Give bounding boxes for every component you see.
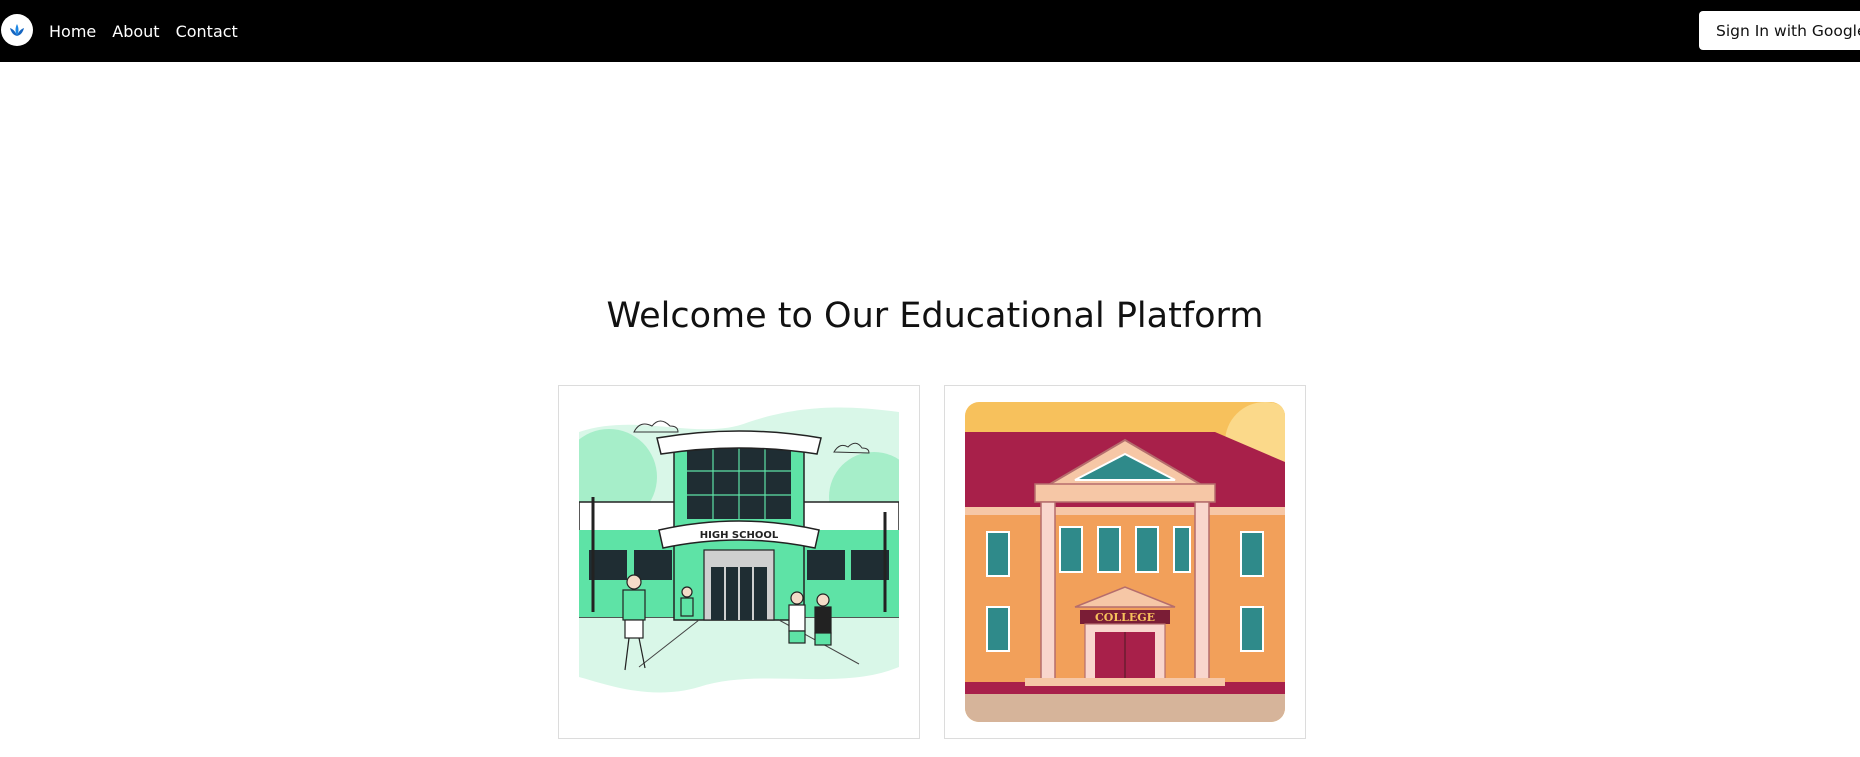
- top-navbar: Home About Contact Sign In with Google: [0, 0, 1860, 62]
- college-building-illustration: COLLEGE: [965, 402, 1285, 722]
- svg-text:COLLEGE: COLLEGE: [1095, 611, 1155, 624]
- sign-in-google-button[interactable]: Sign In with Google: [1699, 11, 1860, 50]
- page-title: Welcome to Our Educational Platform: [606, 296, 1264, 336]
- nav-link-about[interactable]: About: [112, 22, 159, 41]
- high-school-illustration: HIGH SCHOOL: [579, 407, 899, 693]
- nav-link-home[interactable]: Home: [49, 22, 96, 41]
- svg-text:HIGH SCHOOL: HIGH SCHOOL: [700, 530, 779, 541]
- nav-link-contact[interactable]: Contact: [176, 22, 238, 41]
- lotus-logo-icon[interactable]: [1, 14, 33, 46]
- college-card[interactable]: COLLEGE: [944, 385, 1306, 739]
- nav-links: Home About Contact: [49, 0, 238, 62]
- school-card[interactable]: HIGH SCHOOL: [558, 385, 920, 739]
